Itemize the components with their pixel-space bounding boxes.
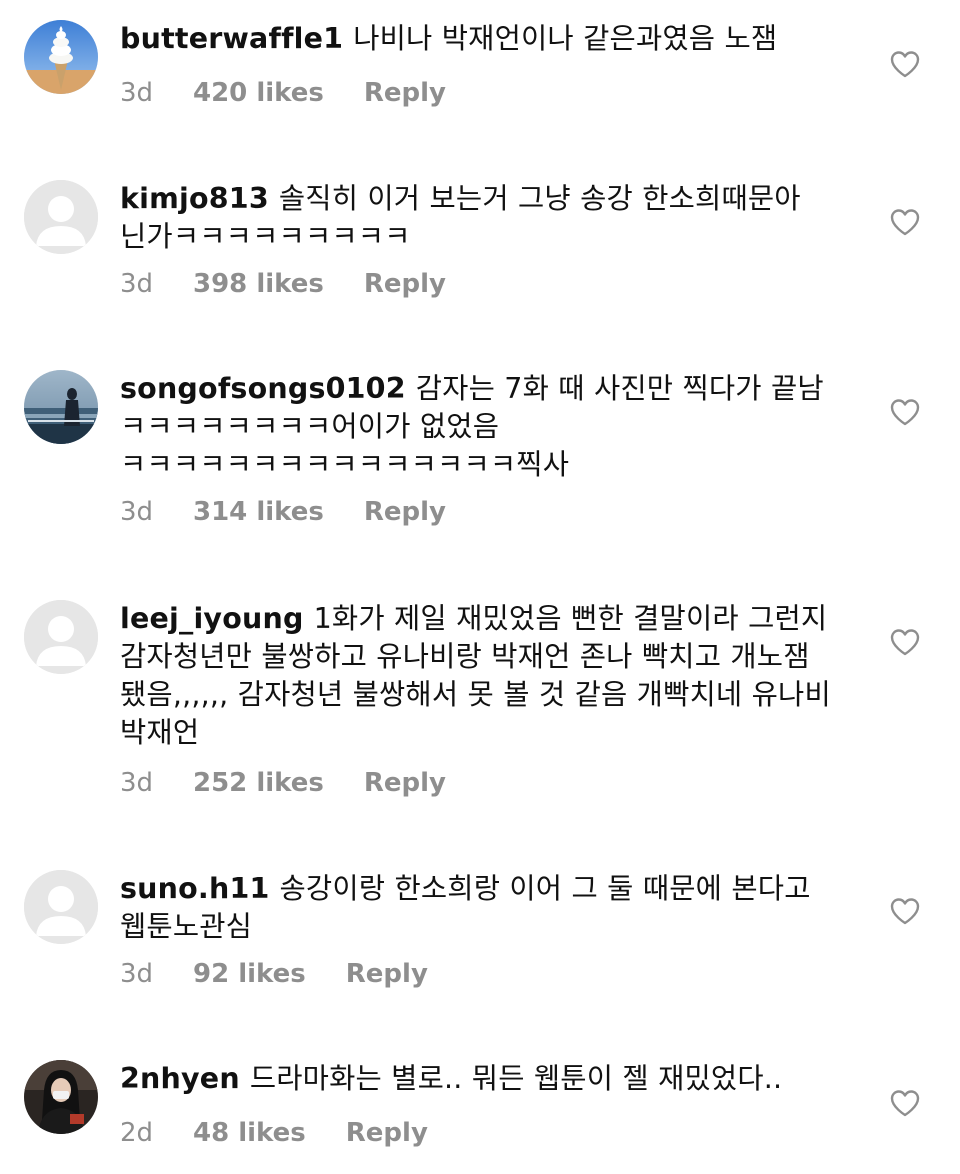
- reply-button[interactable]: Reply: [364, 495, 446, 529]
- default-user-icon: [24, 870, 98, 944]
- comment-item: 2nhyen 드라마화는 별로.. 뭐든 웹툰이 젤 재밌었다.. 2d 48 li…: [0, 1050, 960, 1174]
- reply-button[interactable]: Reply: [346, 957, 428, 991]
- heart-outline-icon[interactable]: [889, 207, 921, 237]
- reply-button[interactable]: Reply: [364, 76, 446, 110]
- heart-outline-icon[interactable]: [889, 1088, 921, 1118]
- comment-time: 3d: [120, 497, 154, 527]
- comment-likes[interactable]: 314 likes: [193, 495, 324, 529]
- reply-button[interactable]: Reply: [364, 766, 446, 800]
- comment-username[interactable]: suno.h11: [120, 872, 270, 905]
- reply-button[interactable]: Reply: [364, 267, 446, 301]
- comment-item: kimjo813 솔직히 이거 보는거 그냥 송강 한소희때문아 닌가ㅋㅋㅋㅋㅋㅋ…: [0, 170, 960, 330]
- seaside-avatar-image: [24, 370, 98, 444]
- default-user-icon: [24, 600, 98, 674]
- comment-item: suno.h11 송강이랑 한소희랑 이어 그 둘 때문에 본다고 웹툰노관심 3…: [0, 860, 960, 1010]
- avatar[interactable]: [24, 870, 98, 944]
- avatar[interactable]: [24, 180, 98, 254]
- avatar[interactable]: [24, 600, 98, 674]
- comment-meta: 3d 92 likes Reply: [120, 957, 428, 991]
- person-avatar-image: [24, 1060, 98, 1134]
- comment-username[interactable]: leej_iyoung: [120, 602, 304, 635]
- comment-likes[interactable]: 252 likes: [193, 766, 324, 800]
- avatar[interactable]: [24, 1060, 98, 1134]
- comment-meta: 3d 314 likes Reply: [120, 495, 446, 529]
- heart-outline-icon[interactable]: [889, 896, 921, 926]
- comment-meta: 3d 420 likes Reply: [120, 76, 446, 110]
- heart-outline-icon[interactable]: [889, 397, 921, 427]
- comment-body: kimjo813 솔직히 이거 보는거 그냥 송강 한소희때문아 닌가ㅋㅋㅋㅋㅋㅋ…: [120, 180, 835, 256]
- comment-text: 나비나 박재언이나 같은과였음 노잼: [353, 22, 778, 55]
- comment-body: butterwaffle1 나비나 박재언이나 같은과였음 노잼: [120, 20, 840, 58]
- comment-time: 3d: [120, 959, 154, 989]
- comment-username[interactable]: butterwaffle1: [120, 22, 343, 55]
- comment-body: suno.h11 송강이랑 한소희랑 이어 그 둘 때문에 본다고 웹툰노관심: [120, 870, 835, 946]
- comment-text: 드라마화는 별로.. 뭐든 웹툰이 젤 재밌었다..: [249, 1062, 783, 1095]
- comment-likes[interactable]: 92 likes: [193, 957, 306, 991]
- comment-likes[interactable]: 48 likes: [193, 1116, 306, 1150]
- comment-item: leej_iyoung 1화가 제일 재밌었음 뻔한 결말이라 그런지 감자청년만…: [0, 590, 960, 830]
- comment-time: 3d: [120, 269, 154, 299]
- comment-meta: 3d 398 likes Reply: [120, 267, 446, 301]
- avatar[interactable]: [24, 370, 98, 444]
- reply-button[interactable]: Reply: [346, 1116, 428, 1150]
- comment-time: 3d: [120, 768, 154, 798]
- comment-likes[interactable]: 398 likes: [193, 267, 324, 301]
- comment-likes[interactable]: 420 likes: [193, 76, 324, 110]
- comment-meta: 2d 48 likes Reply: [120, 1116, 428, 1150]
- comment-username[interactable]: 2nhyen: [120, 1062, 240, 1095]
- comment-time: 3d: [120, 78, 154, 108]
- heart-outline-icon[interactable]: [889, 49, 921, 79]
- comment-username[interactable]: kimjo813: [120, 182, 269, 215]
- comment-body: leej_iyoung 1화가 제일 재밌었음 뻔한 결말이라 그런지 감자청년만…: [120, 600, 835, 752]
- avatar[interactable]: [24, 20, 98, 94]
- comment-username[interactable]: songofsongs0102: [120, 372, 406, 405]
- comment-item: butterwaffle1 나비나 박재언이나 같은과였음 노잼 3d 420 li…: [0, 0, 960, 140]
- comment-item: songofsongs0102 감자는 7화 때 사진만 찍다가 끝남 ㅋㅋㅋㅋㅋ…: [0, 360, 960, 560]
- comment-meta: 3d 252 likes Reply: [120, 766, 446, 800]
- comment-time: 2d: [120, 1118, 154, 1148]
- comment-body: 2nhyen 드라마화는 별로.. 뭐든 웹툰이 젤 재밌었다..: [120, 1060, 835, 1098]
- default-user-icon: [24, 180, 98, 254]
- soft-serve-avatar-image: [24, 20, 98, 94]
- heart-outline-icon[interactable]: [889, 627, 921, 657]
- comment-body: songofsongs0102 감자는 7화 때 사진만 찍다가 끝남 ㅋㅋㅋㅋㅋ…: [120, 370, 835, 484]
